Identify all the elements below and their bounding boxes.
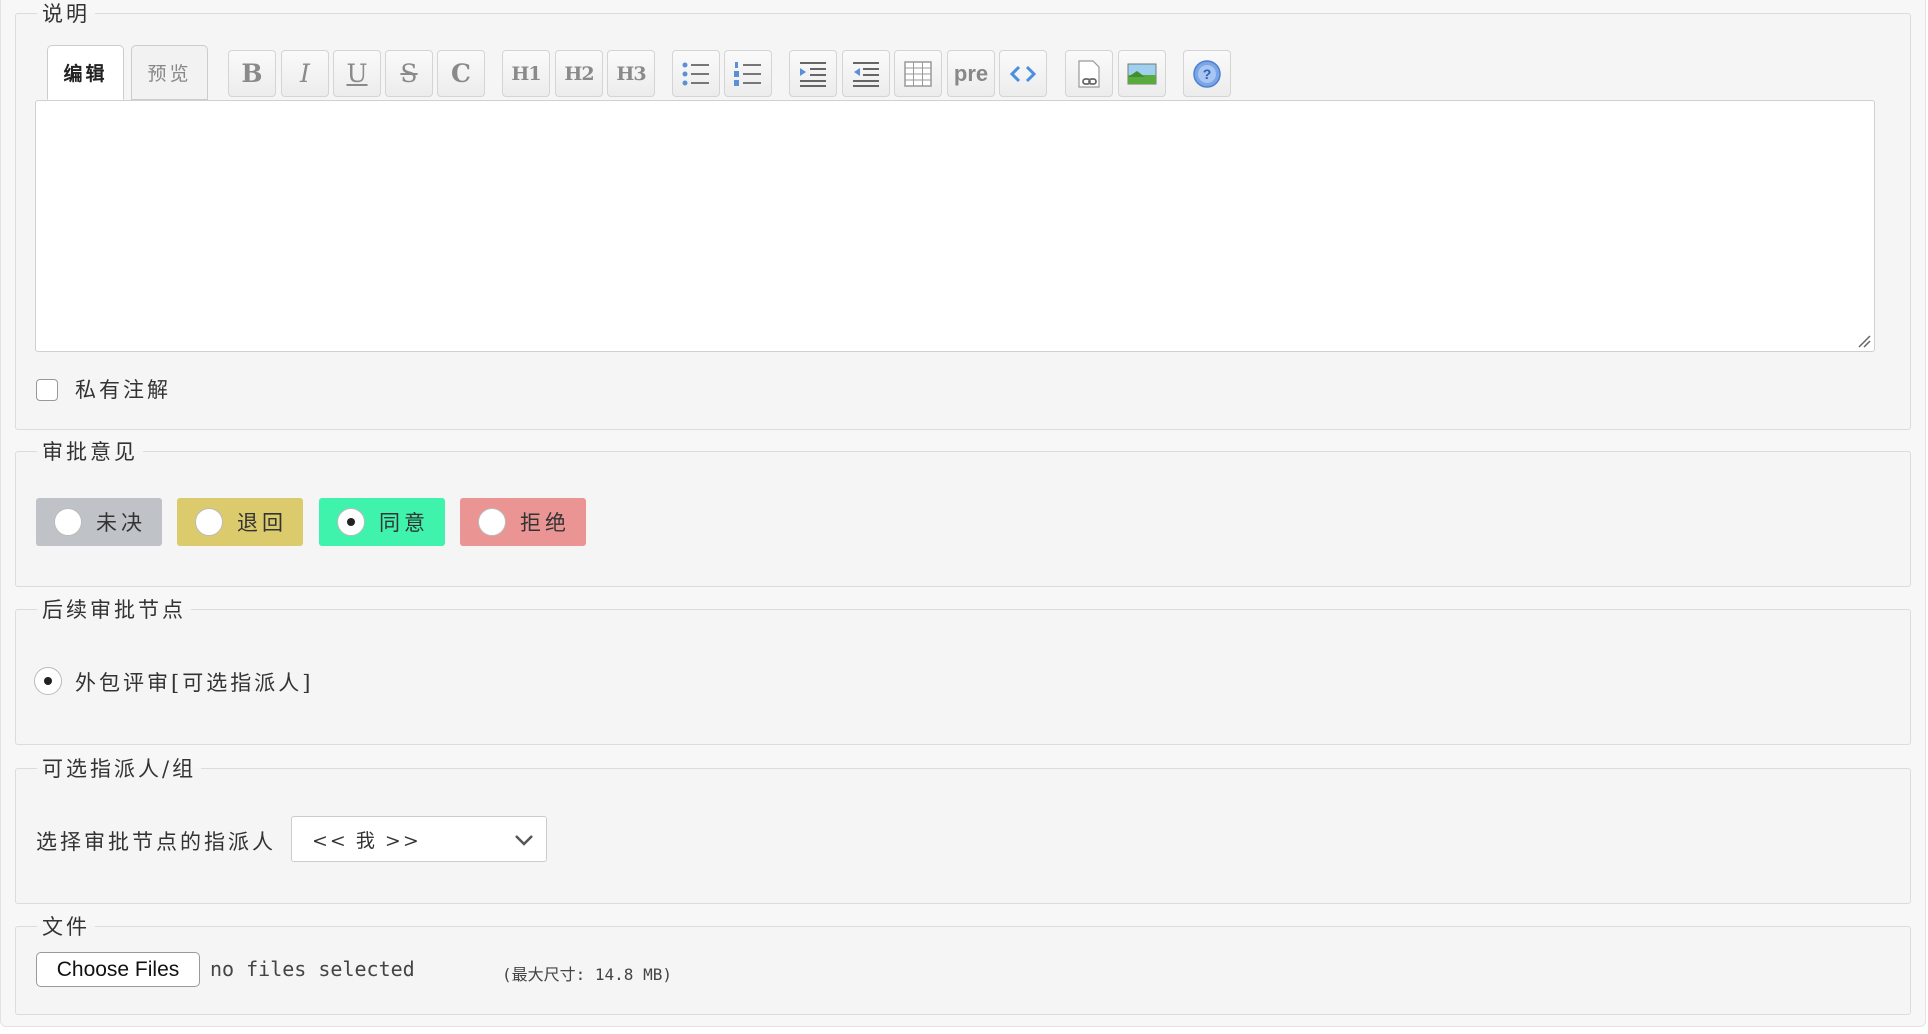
code-block-button[interactable] (999, 50, 1047, 97)
link-icon (1078, 59, 1100, 88)
decision-return[interactable]: 退回 (177, 498, 303, 546)
description-legend: 说明 (42, 2, 90, 26)
heading1-icon: H1 (511, 62, 541, 85)
next-node-option-label: 外包评审[可选指派人] (75, 671, 314, 695)
heading2-icon: H2 (564, 62, 594, 85)
chevron-down-icon (515, 835, 533, 846)
bold-button[interactable]: B (228, 50, 276, 97)
indent-icon (800, 61, 826, 87)
underline-icon: U (346, 59, 368, 88)
underline-button[interactable]: U (333, 50, 381, 97)
inline-code-button[interactable]: C (437, 50, 485, 97)
private-note-checkbox[interactable] (36, 379, 58, 401)
italic-icon: I (300, 59, 310, 88)
outdent-icon (853, 61, 879, 87)
decision-pending[interactable]: 未决 (36, 498, 162, 546)
table-button[interactable] (894, 50, 942, 97)
next-node-radio[interactable] (34, 667, 62, 695)
bold-icon: B (241, 59, 263, 88)
assignee-label: 选择审批节点的指派人 (36, 830, 276, 854)
svg-text:?: ? (1203, 66, 1212, 82)
decision-reject-radio[interactable] (478, 508, 506, 536)
image-button[interactable] (1118, 50, 1166, 97)
decision-approve[interactable]: 同意 (319, 498, 445, 546)
numbered-list-icon (734, 61, 761, 86)
code-icon (1010, 65, 1036, 82)
strikethrough-icon: S (400, 59, 418, 88)
file-status: no files selected (210, 957, 415, 981)
pre-icon: pre (953, 60, 989, 86)
choose-files-button[interactable]: Choose Files (36, 952, 200, 987)
resize-handle-icon[interactable] (1857, 334, 1871, 348)
help-icon: ? (1193, 59, 1221, 88)
decision-return-radio[interactable] (195, 508, 223, 536)
heading3-icon: H3 (616, 62, 646, 85)
pre-button[interactable]: pre (947, 50, 995, 97)
decision-approve-label: 同意 (379, 511, 429, 535)
image-icon (1127, 63, 1157, 84)
bullet-list-icon (682, 62, 709, 85)
bullet-list-button[interactable] (672, 50, 720, 97)
next-node-legend: 后续审批节点 (42, 598, 186, 622)
description-editor[interactable] (35, 100, 1875, 352)
table-icon (904, 60, 932, 87)
decision-pending-radio[interactable] (54, 508, 82, 536)
approval-legend: 审批意见 (42, 440, 138, 464)
outdent-button[interactable] (842, 50, 890, 97)
italic-button[interactable]: I (281, 50, 329, 97)
form-container: 说明 编辑 预览 B I U S C H1 H2 H3 pre ? 私有注解 审… (0, 0, 1926, 1027)
assignee-legend: 可选指派人/组 (42, 757, 197, 781)
private-note-label: 私有注解 (75, 378, 171, 402)
decision-pending-label: 未决 (96, 511, 146, 535)
assignee-selected-value: << 我 >> (312, 829, 421, 852)
decision-return-label: 退回 (237, 511, 287, 535)
inline-code-icon: C (451, 59, 471, 88)
assignee-select[interactable]: << 我 >> (291, 816, 547, 862)
decision-reject-label: 拒绝 (520, 511, 570, 535)
numbered-list-button[interactable] (724, 50, 772, 97)
heading1-button[interactable]: H1 (502, 50, 550, 97)
tab-edit[interactable]: 编辑 (47, 45, 124, 100)
indent-button[interactable] (789, 50, 837, 97)
help-button[interactable]: ? (1183, 50, 1231, 97)
heading3-button[interactable]: H3 (607, 50, 655, 97)
files-legend: 文件 (42, 915, 90, 939)
link-button[interactable] (1065, 50, 1113, 97)
decision-approve-radio[interactable] (337, 508, 365, 536)
strikethrough-button[interactable]: S (385, 50, 433, 97)
max-size-note: (最大尺寸: 14.8 MB) (502, 965, 672, 984)
tab-preview[interactable]: 预览 (131, 45, 208, 100)
heading2-button[interactable]: H2 (555, 50, 603, 97)
decision-reject[interactable]: 拒绝 (460, 498, 586, 546)
